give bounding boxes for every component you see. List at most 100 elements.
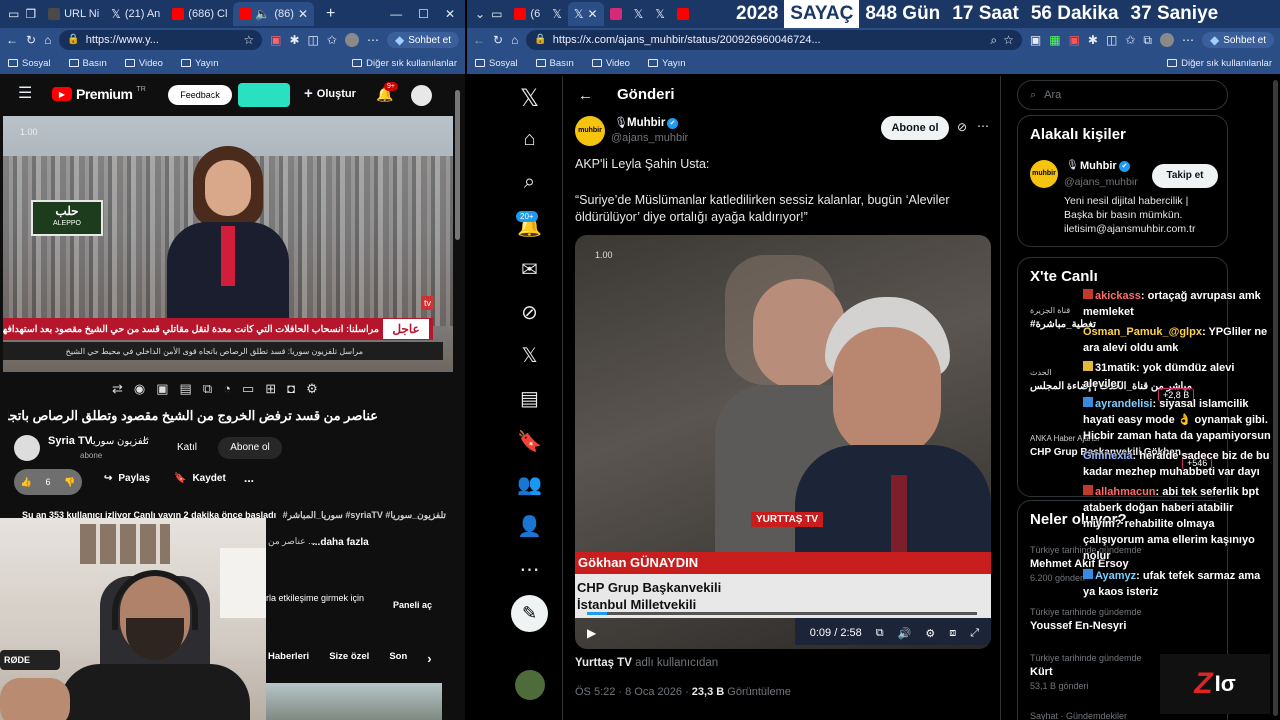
- refresh-icon[interactable]: ↻: [26, 34, 36, 46]
- favorites-icon[interactable]: ✩: [327, 34, 337, 46]
- hamburger-menu-icon[interactable]: ☰: [18, 86, 32, 102]
- join-button[interactable]: Katıl: [164, 437, 210, 459]
- tab-1[interactable]: (6: [508, 2, 546, 26]
- copilot-button[interactable]: ◆ Sohbet et: [1201, 32, 1274, 48]
- post-time[interactable]: ÖS 5:22 · 8 Oca 2026 ·: [575, 686, 689, 698]
- collections-icon[interactable]: ⧉: [1143, 34, 1152, 46]
- grok-icon[interactable]: ⊘: [957, 121, 967, 133]
- bookmark-video[interactable]: Video: [591, 58, 630, 69]
- window-icon[interactable]: ▭: [242, 381, 254, 397]
- star-icon[interactable]: ☆: [243, 34, 254, 46]
- channel-avatar[interactable]: [14, 435, 40, 461]
- workspaces-icon[interactable]: ❐: [25, 8, 36, 20]
- more-text[interactable]: ...daha fazla: [312, 537, 369, 548]
- related-handle[interactable]: @ajans_muhbir: [1064, 176, 1138, 188]
- tab-6[interactable]: 𝕏: [649, 2, 671, 26]
- other-bookmarks[interactable]: Diğer sık kullanılanlar: [352, 58, 457, 69]
- tab-3[interactable]: (686) Cl: [166, 2, 233, 26]
- search-icon[interactable]: ⌕: [209, 87, 216, 100]
- channel-name[interactable]: Syria TV: [48, 435, 92, 447]
- account-avatar[interactable]: [411, 85, 432, 106]
- split-icon[interactable]: ◫: [308, 34, 319, 46]
- loop-icon[interactable]: ⇄: [112, 381, 123, 397]
- home-icon[interactable]: ⌂: [511, 34, 518, 46]
- trend-item-2[interactable]: Türkiye tarihinde gündemde Youssef En-Ne…: [1030, 605, 1142, 633]
- speedometer-icon[interactable]: ◔: [223, 381, 231, 397]
- trend-more[interactable]: Sayhat · Gündemdekiler: [1030, 711, 1127, 720]
- post-video-player[interactable]: 1.00 YURTTAŞ TV Gökhan GÜNAYDIN CHP Grup…: [575, 235, 991, 649]
- fullscreen-icon[interactable]: ⤢: [970, 627, 979, 640]
- settings-icon[interactable]: ⚙: [306, 381, 318, 397]
- menu-icon[interactable]: ⌄: [475, 8, 485, 20]
- camera-icon[interactable]: ◘: [287, 381, 295, 397]
- other-bookmarks[interactable]: Diğer sık kullanılanlar: [1167, 58, 1272, 69]
- split-icon[interactable]: ◫: [1106, 34, 1117, 46]
- related-avatar[interactable]: muhbir: [1030, 160, 1058, 188]
- search-box[interactable]: ⌕ Ara: [1017, 80, 1228, 110]
- star-icon[interactable]: ☆: [1003, 34, 1014, 46]
- clip-icon[interactable]: ▤: [180, 381, 192, 397]
- tab-2[interactable]: 𝕏 (21) An: [105, 2, 166, 26]
- copilot-button[interactable]: ◆ Sohbet et: [386, 32, 459, 48]
- captions-icon[interactable]: ⧉: [876, 627, 884, 640]
- layout-icon[interactable]: ⧉: [203, 381, 212, 397]
- tab-7[interactable]: [671, 2, 695, 26]
- address-bar[interactable]: 🔒 https://www.y... ☆: [59, 30, 263, 50]
- new-tab-icon[interactable]: +: [326, 6, 335, 22]
- follow-button[interactable]: Takip et: [1152, 164, 1218, 188]
- more-icon[interactable]: ⋯: [367, 34, 379, 46]
- workspaces-icon[interactable]: ▭: [491, 8, 502, 20]
- extension-icon[interactable]: ▦: [1049, 34, 1060, 46]
- tab-5[interactable]: 𝕏: [628, 2, 650, 26]
- premium-toggle[interactable]: [238, 83, 290, 107]
- save-button[interactable]: 🔖 Kaydet: [174, 473, 226, 484]
- tab-4[interactable]: [604, 2, 628, 26]
- related-name[interactable]: Muhbir: [1080, 160, 1117, 172]
- profile-icon[interactable]: [344, 33, 359, 47]
- extension-icon[interactable]: ▣: [1069, 34, 1080, 46]
- extension-icon[interactable]: ▣: [270, 34, 281, 46]
- volume-icon[interactable]: 🔊: [898, 627, 912, 640]
- youtube-video-player[interactable]: حلب ALEPPO 1.00 مراسلنا: انسحاب الحافلات…: [3, 116, 453, 372]
- bookmark-yayin[interactable]: Yayın: [180, 58, 219, 69]
- puzzle-icon[interactable]: ✱: [289, 34, 299, 46]
- bookmark-yayin[interactable]: Yayın: [647, 58, 686, 69]
- tab-1[interactable]: URL Ni: [42, 2, 105, 26]
- favorites-icon[interactable]: ✩: [1125, 34, 1135, 46]
- close-icon[interactable]: ✕: [298, 8, 308, 20]
- tab-3-active[interactable]: 𝕏 ✕: [567, 2, 604, 26]
- close-window-icon[interactable]: ✕: [445, 8, 455, 20]
- trend-item-3[interactable]: Türkiye tarihinde gündemde Kürt 53,1 B g…: [1030, 651, 1142, 693]
- author-name[interactable]: Muhbir: [627, 117, 665, 129]
- back-arrow-icon[interactable]: ←: [578, 88, 593, 103]
- youtube-logo[interactable]: ▶ Premium TR: [52, 86, 146, 102]
- maximize-icon[interactable]: ☐: [418, 8, 429, 20]
- bookmark-basin[interactable]: Basın: [535, 58, 574, 69]
- play-icon[interactable]: ▶: [587, 626, 596, 640]
- bookmark-basin[interactable]: Basın: [68, 58, 107, 69]
- settings-icon[interactable]: ⚙: [925, 627, 935, 640]
- x-scrollbar[interactable]: [1273, 80, 1278, 716]
- extension-icon[interactable]: ▣: [1030, 34, 1041, 46]
- tab-2[interactable]: 𝕏: [546, 2, 568, 26]
- home-icon[interactable]: ⌂: [44, 34, 51, 46]
- bookmark-video[interactable]: Video: [124, 58, 163, 69]
- post-button[interactable]: ✎: [511, 595, 548, 632]
- share-button[interactable]: ↪ Paylaş: [104, 473, 150, 484]
- back-icon[interactable]: ←: [473, 34, 485, 46]
- chip-size-ozel[interactable]: Size özel: [329, 651, 369, 666]
- add-icon[interactable]: ⊞: [265, 381, 276, 397]
- like-icon[interactable]: 👍: [21, 477, 32, 488]
- video-progress-track[interactable]: [587, 612, 977, 615]
- screenshot-icon[interactable]: ▣: [156, 381, 168, 397]
- hashtags[interactable]: #سوريا_المباشر #syriaTV #تلفزيون_سوريا: [283, 510, 446, 520]
- broadcast-icon[interactable]: ◉: [134, 381, 145, 397]
- open-panel-button[interactable]: Paneli aç: [393, 600, 432, 610]
- account-avatar[interactable]: [515, 670, 545, 700]
- refresh-icon[interactable]: ↻: [493, 34, 503, 46]
- dislike-icon[interactable]: 👎: [64, 477, 75, 488]
- more-icon[interactable]: ⋯: [1182, 34, 1194, 46]
- subscribe-button[interactable]: Abone ol: [218, 437, 282, 459]
- related-video-thumbnail[interactable]: [266, 683, 442, 720]
- create-button[interactable]: + Oluştur: [304, 86, 356, 101]
